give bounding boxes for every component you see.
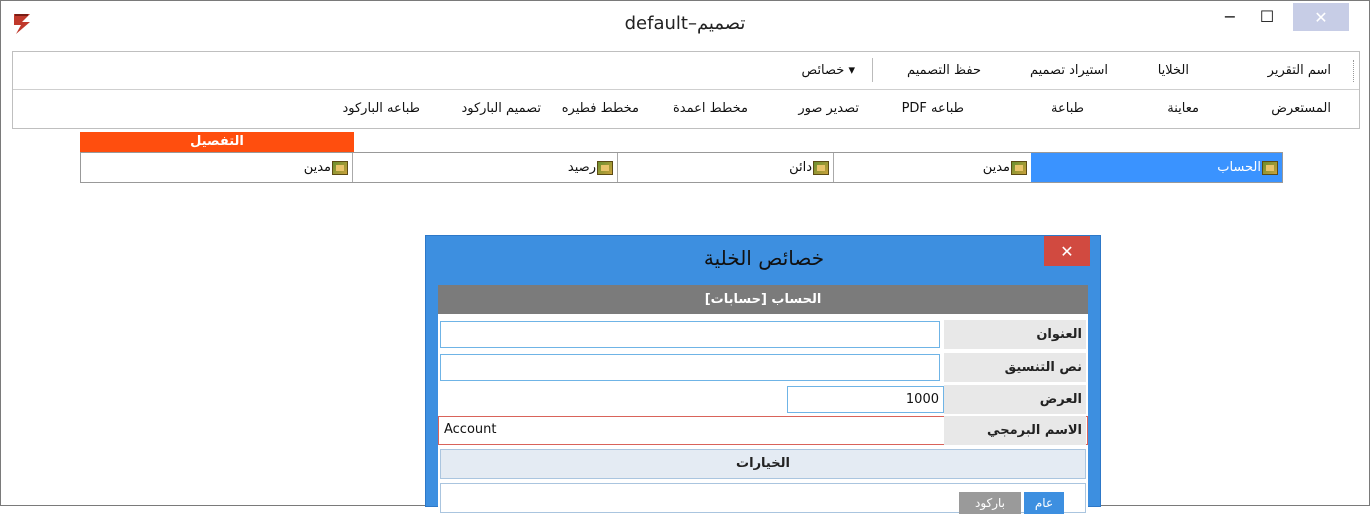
cell-label: دائن [789, 160, 812, 175]
dialog-close-button[interactable]: ✕ [1044, 236, 1090, 266]
menu-separator [872, 58, 873, 82]
menu-report-name[interactable]: اسم التقرير [1268, 63, 1331, 78]
cell-debit-2[interactable]: مدين [81, 153, 352, 182]
dialog-body: الحساب [حسابات] العنوان نص التنسيق 1000 … [438, 285, 1088, 514]
field-image-icon [1262, 160, 1278, 175]
format-input[interactable] [440, 354, 940, 381]
cell-account[interactable]: الحساب [1031, 153, 1282, 182]
cell-properties-dialog: خصائص الخلية ✕ الحساب [حسابات] العنوان ن… [425, 235, 1101, 514]
menu-print[interactable]: طباعة [1051, 101, 1084, 116]
cells-row: الحساب مدين دائن رصيد مدين [80, 152, 1283, 183]
toolbar-grip[interactable] [1353, 60, 1355, 82]
menu-export-images[interactable]: تصدير صور [798, 101, 859, 116]
title-label: العنوان [944, 320, 1086, 349]
cell-label: مدين [303, 160, 331, 175]
close-button[interactable]: ✕ [1293, 3, 1349, 31]
cell-label: مدين [982, 160, 1010, 175]
options-tabs: عام باركود [440, 483, 1086, 514]
format-row: نص التنسيق [440, 353, 1086, 382]
tab-barcode[interactable]: باركود [959, 492, 1021, 514]
menu-pie-chart[interactable]: مخطط فطيره [562, 101, 639, 116]
field-image-icon [813, 160, 829, 175]
detail-band-label[interactable]: التفصيل [80, 132, 354, 152]
width-row: 1000 العرض [440, 385, 1086, 414]
menu-column-chart[interactable]: مخطط اعمدة [673, 101, 748, 116]
menu-panel: اسم التقرير الخلايا استيراد تصميم حفظ ال… [12, 51, 1360, 129]
minimize-button[interactable]: − [1210, 1, 1250, 31]
options-header: الخيارات [440, 449, 1086, 479]
menu-barcode-print[interactable]: طباعه الباركود [342, 101, 420, 116]
cell-balance[interactable]: رصيد [352, 153, 617, 182]
programmatic-name-row: Account الاسم البرمجي [438, 416, 1088, 445]
designer-window: default–تصميم − ☐ ✕ اسم التقرير الخلايا … [0, 0, 1370, 514]
title-row: العنوان [440, 320, 1086, 349]
menu-preview[interactable]: معاينة [1167, 101, 1199, 116]
menu-print-pdf[interactable]: طباعه PDF [902, 101, 964, 116]
cell-credit[interactable]: دائن [617, 153, 833, 182]
dialog-header: الحساب [حسابات] [438, 285, 1088, 314]
window-title: default–تصميم [624, 13, 746, 34]
menu-save-design[interactable]: حفظ التصميم [907, 63, 981, 78]
dialog-title: خصائص الخلية [703, 246, 825, 270]
maximize-button[interactable]: ☐ [1247, 1, 1287, 31]
programmatic-name-input[interactable]: Account [440, 417, 940, 444]
title-input[interactable] [440, 321, 940, 348]
title-bar[interactable]: default–تصميم − ☐ ✕ [1, 1, 1369, 47]
menu-cells[interactable]: الخلايا [1158, 63, 1189, 78]
programmatic-name-label: الاسم البرمجي [944, 416, 1086, 445]
field-image-icon [597, 160, 613, 175]
menu-import-design[interactable]: استيراد تصميم [1030, 63, 1108, 78]
cell-debit[interactable]: مدين [833, 153, 1031, 182]
menu-barcode-design[interactable]: تصميم الباركود [461, 101, 541, 116]
cell-label: الحساب [1217, 160, 1261, 175]
tab-general[interactable]: عام [1024, 492, 1064, 514]
menu-row-bottom: المستعرض معاينة طباعة طباعه PDF تصدير صو… [13, 90, 1359, 128]
cell-label: رصيد [567, 160, 596, 175]
format-label: نص التنسيق [944, 353, 1086, 382]
menu-properties[interactable]: ▾ خصائص [802, 63, 855, 78]
width-label: العرض [944, 385, 1086, 414]
field-image-icon [332, 160, 348, 175]
menu-viewer[interactable]: المستعرض [1271, 101, 1331, 116]
field-image-icon [1011, 160, 1027, 175]
width-input[interactable]: 1000 [787, 386, 944, 413]
menu-row-top: اسم التقرير الخلايا استيراد تصميم حفظ ال… [13, 52, 1359, 90]
